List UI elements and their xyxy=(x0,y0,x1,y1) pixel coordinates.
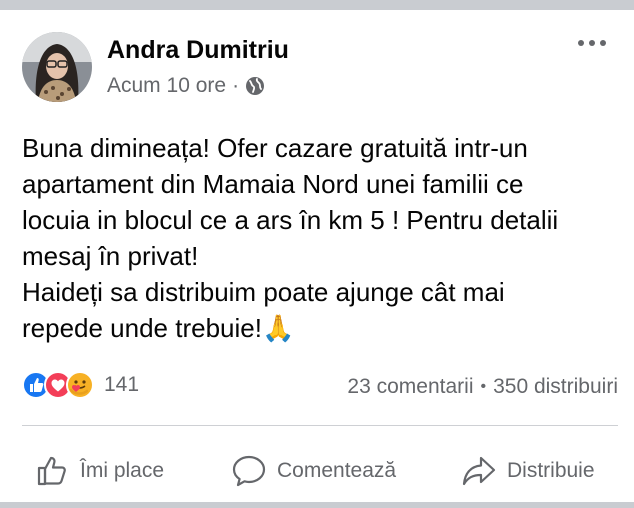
care-reaction-icon xyxy=(66,371,94,399)
share-icon xyxy=(462,456,496,486)
reactions-summary[interactable]: 141 xyxy=(22,371,139,399)
post-text: Buna dimineața! Ofer cazare gratuită int… xyxy=(22,130,622,346)
action-bar: Îmi place Comentează Distribuie xyxy=(0,446,634,496)
comments-count[interactable]: 23 comentarii xyxy=(347,375,473,399)
stats-separator: • xyxy=(480,378,487,395)
shares-count[interactable]: 350 distribuiri xyxy=(493,375,618,399)
author-name[interactable]: Andra Dumitriu xyxy=(107,36,289,65)
divider xyxy=(22,425,618,426)
comment-icon xyxy=(232,455,266,487)
praying-hands-emoji: 🙏 xyxy=(261,313,295,343)
post-time[interactable]: Acum 10 ore xyxy=(107,74,226,98)
post-meta: Acum 10 ore · xyxy=(107,74,265,98)
post-stats: 23 comentarii • 350 distribuiri xyxy=(347,375,618,399)
post-text-line: apartament din Mamaia Nord unei familii … xyxy=(22,169,524,199)
avatar[interactable] xyxy=(22,32,92,102)
share-label: Distribuie xyxy=(507,459,595,482)
post-text-line-last: repede unde trebuie!🙏 xyxy=(22,310,622,346)
reaction-count: 141 xyxy=(104,373,140,396)
like-label: Îmi place xyxy=(80,459,165,482)
post-text-line: Haideți sa distribuim poate ajunge cât m… xyxy=(22,277,505,307)
like-button[interactable]: Îmi place xyxy=(36,446,164,496)
thumbs-up-icon xyxy=(37,456,66,486)
meta-separator: · xyxy=(232,74,240,97)
share-button[interactable]: Distribuie xyxy=(461,446,595,496)
comment-label: Comentează xyxy=(277,459,397,482)
post-card: Andra Dumitriu Acum 10 ore · Buna dimine… xyxy=(0,10,634,502)
post-text-line: locuia in blocul ce a ars în km 5 ! Pent… xyxy=(22,205,559,235)
post-text-line: Buna dimineața! Ofer cazare gratuită int… xyxy=(22,133,528,163)
more-options-icon[interactable] xyxy=(578,40,606,46)
post-text-line: mesaj în privat! xyxy=(22,241,199,271)
globe-icon xyxy=(245,76,265,96)
comment-button[interactable]: Comentează xyxy=(231,446,396,496)
post-text-line: repede unde trebuie! xyxy=(22,313,262,343)
